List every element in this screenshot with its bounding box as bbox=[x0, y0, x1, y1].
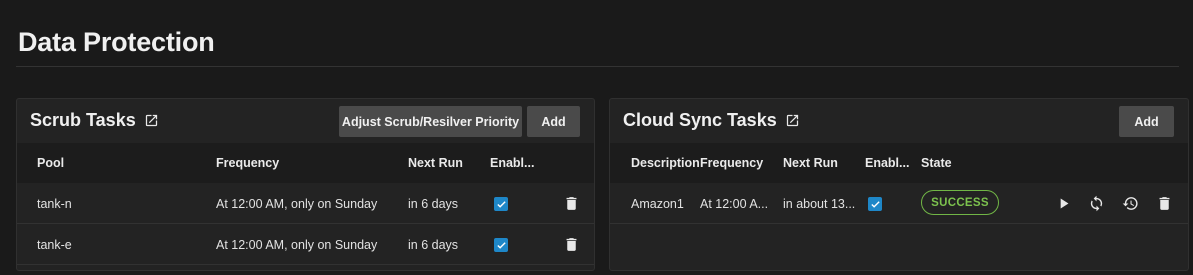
open-in-new-icon[interactable] bbox=[785, 113, 800, 128]
trash-icon[interactable] bbox=[1155, 194, 1173, 212]
open-in-new-icon[interactable] bbox=[144, 113, 159, 128]
column-header-next-run[interactable]: Next Run bbox=[783, 156, 838, 170]
adjust-scrub-priority-button[interactable]: Adjust Scrub/Resilver Priority bbox=[339, 106, 522, 137]
cloud-sync-add-button[interactable]: Add bbox=[1119, 106, 1174, 137]
column-header-enabled[interactable]: Enabl... bbox=[865, 156, 909, 170]
check-icon bbox=[496, 241, 506, 249]
cloud-sync-tasks-card: Cloud Sync Tasks Add Description Frequen… bbox=[609, 98, 1189, 271]
scrub-tasks-card: Scrub Tasks Adjust Scrub/Resilver Priori… bbox=[16, 98, 595, 271]
table-row: tank-e At 12:00 AM, only on Sunday in 6 … bbox=[17, 225, 594, 265]
table-row: tank-n At 12:00 AM, only on Sunday in 6 … bbox=[17, 184, 594, 224]
cloud-sync-title-link[interactable]: Cloud Sync Tasks bbox=[623, 110, 800, 131]
title-divider bbox=[16, 66, 1179, 67]
frequency-cell: At 12:00 A... bbox=[700, 197, 769, 211]
column-header-frequency[interactable]: Frequency bbox=[700, 156, 763, 170]
next-run-cell: in 6 days bbox=[408, 197, 459, 211]
status-badge: SUCCESS bbox=[921, 190, 999, 215]
scrub-add-button[interactable]: Add bbox=[527, 106, 580, 137]
enabled-checkbox[interactable] bbox=[494, 238, 508, 252]
enabled-checkbox[interactable] bbox=[494, 197, 508, 211]
enabled-checkbox[interactable] bbox=[868, 197, 882, 211]
frequency-cell: At 12:00 AM, only on Sunday bbox=[216, 238, 378, 252]
sync-icon[interactable] bbox=[1087, 194, 1105, 212]
next-run-cell: in 6 days bbox=[408, 238, 459, 252]
trash-icon[interactable] bbox=[562, 235, 580, 253]
frequency-cell: At 12:00 AM, only on Sunday bbox=[216, 197, 378, 211]
play-icon[interactable] bbox=[1054, 194, 1072, 212]
cloud-sync-title: Cloud Sync Tasks bbox=[623, 110, 777, 130]
column-header-frequency[interactable]: Frequency bbox=[216, 156, 279, 170]
cloud-sync-table-header: Description Frequency Next Run Enabl... … bbox=[610, 143, 1188, 183]
cloud-sync-header: Cloud Sync Tasks Add bbox=[610, 99, 1188, 143]
scrub-tasks-title: Scrub Tasks bbox=[30, 110, 136, 130]
pool-cell: tank-n bbox=[37, 197, 72, 211]
trash-icon[interactable] bbox=[562, 194, 580, 212]
scrub-table-header: Pool Frequency Next Run Enabl... bbox=[17, 143, 594, 183]
scrub-tasks-title-link[interactable]: Scrub Tasks bbox=[30, 110, 159, 131]
description-cell: Amazon1 bbox=[631, 197, 684, 211]
restore-icon[interactable] bbox=[1121, 194, 1139, 212]
column-header-description[interactable]: Description bbox=[631, 156, 700, 170]
check-icon bbox=[870, 200, 880, 208]
pool-cell: tank-e bbox=[37, 238, 72, 252]
next-run-cell: in about 13... bbox=[783, 197, 856, 211]
column-header-state[interactable]: State bbox=[921, 156, 952, 170]
column-header-enabled[interactable]: Enabl... bbox=[490, 156, 534, 170]
column-header-next-run[interactable]: Next Run bbox=[408, 156, 463, 170]
page-title: Data Protection bbox=[18, 27, 215, 57]
column-header-pool[interactable]: Pool bbox=[37, 156, 64, 170]
table-row: Amazon1 At 12:00 A... in about 13... SUC… bbox=[610, 184, 1188, 224]
check-icon bbox=[496, 200, 506, 208]
scrub-tasks-header: Scrub Tasks Adjust Scrub/Resilver Priori… bbox=[17, 99, 594, 143]
